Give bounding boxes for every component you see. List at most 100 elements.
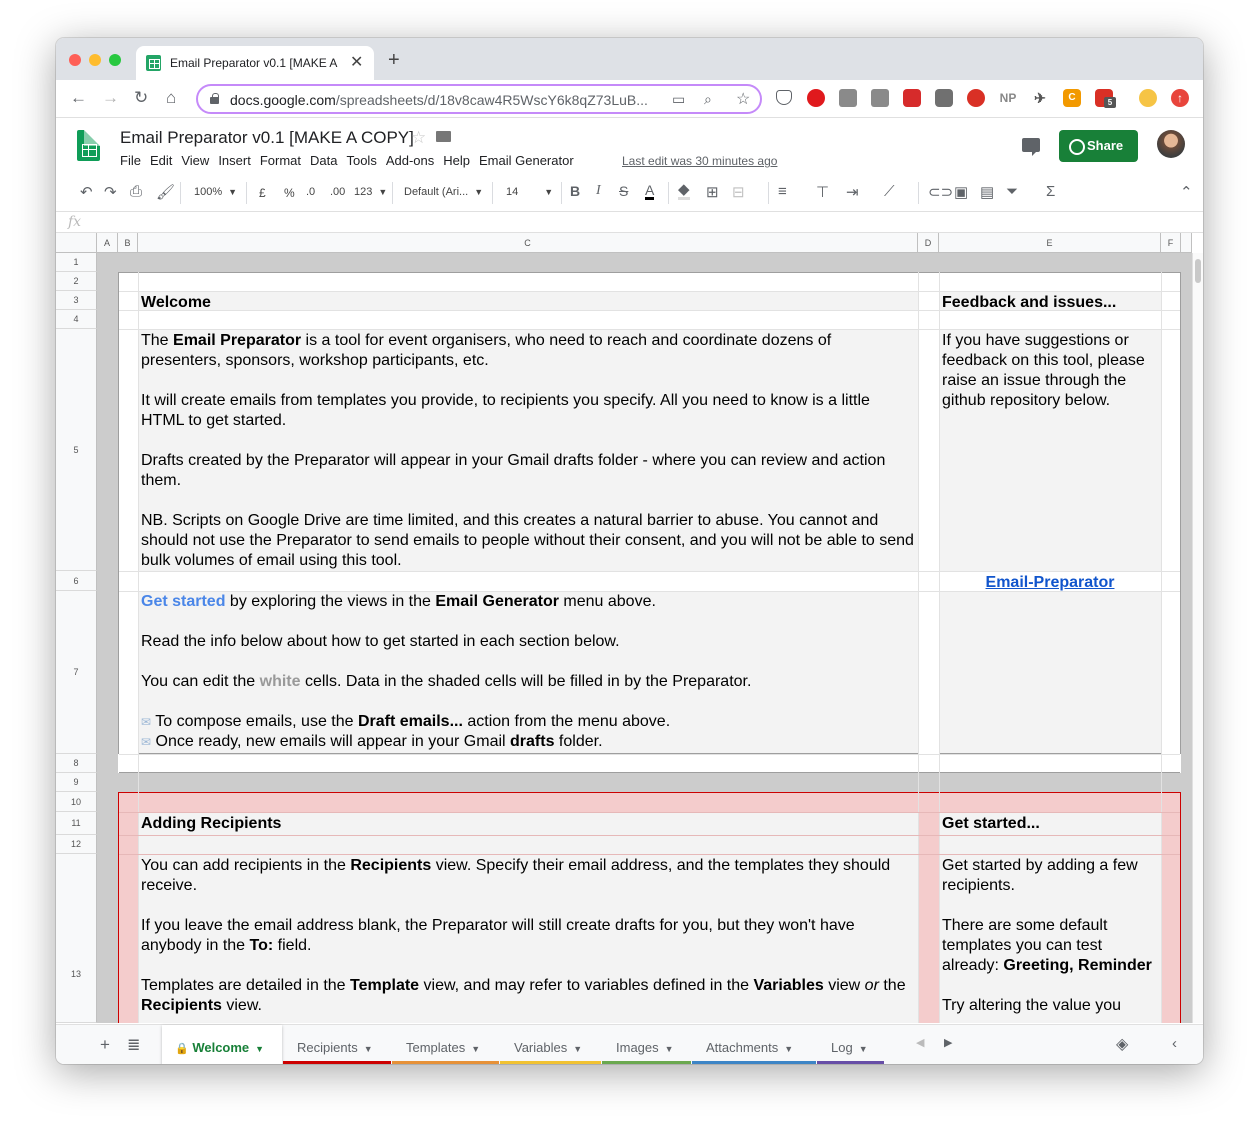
camera-icon[interactable] — [871, 89, 889, 107]
chart-icon[interactable]: ▤ — [980, 183, 994, 201]
folder-icon[interactable] — [436, 131, 451, 142]
tab-images[interactable]: Images ▼ — [602, 1025, 691, 1064]
drive-icon[interactable] — [839, 89, 857, 107]
side-getstarted-body[interactable]: Get started by adding a few recipients. … — [942, 856, 1160, 1016]
browser-tab[interactable]: Email Preparator v0.1 [MAKE A C ✕ — [136, 46, 374, 80]
comment-icon[interactable] — [1022, 138, 1040, 156]
functions-icon[interactable]: Σ — [1046, 183, 1055, 200]
link-icon[interactable]: ⊂⊃ — [928, 183, 953, 201]
zoom-icon[interactable]: ⌕ — [704, 91, 712, 108]
scroll-tabs-right-icon[interactable]: ▶ — [944, 1036, 952, 1049]
row-header-2[interactable]: 2 — [56, 272, 97, 291]
menu-data[interactable]: Data — [310, 153, 337, 168]
scroll-thumb[interactable] — [1195, 259, 1201, 283]
tab-variables[interactable]: Variables ▼ — [500, 1025, 601, 1064]
share-button[interactable]: Share — [1059, 130, 1138, 162]
borders-icon[interactable]: ⊞ — [706, 183, 719, 201]
row-header-12[interactable]: 12 — [56, 835, 97, 854]
zoom-select[interactable]: 100% ▼ — [194, 186, 237, 198]
menu-view[interactable]: View — [181, 153, 209, 168]
menu-tools[interactable]: Tools — [346, 153, 376, 168]
close-tab-icon[interactable]: ✕ — [350, 52, 363, 72]
github-link[interactable]: Email-Preparator — [939, 573, 1161, 593]
get-started-link[interactable]: Get started — [141, 593, 225, 610]
scroll-tabs-left-icon[interactable]: ◀ — [916, 1036, 924, 1049]
select-all-corner[interactable] — [56, 233, 97, 253]
align-vertical-icon[interactable]: ⊤ — [816, 183, 829, 201]
currency-button[interactable]: £ — [259, 186, 266, 200]
menu-insert[interactable]: Insert — [218, 153, 251, 168]
maximize-window-button[interactable] — [109, 54, 121, 66]
badge-extension-icon[interactable]: 5 — [1095, 89, 1116, 108]
pocket-icon[interactable] — [776, 90, 792, 105]
home-icon[interactable]: ⌂ — [166, 88, 176, 108]
merge-cells-icon[interactable]: ⊟ — [732, 183, 745, 201]
dove-icon[interactable]: ✈ — [1031, 89, 1049, 107]
puzzle-icon[interactable] — [935, 89, 953, 107]
row-header-1[interactable]: 1 — [56, 253, 97, 272]
column-header-b[interactable]: B — [118, 233, 138, 253]
formula-bar[interactable]: fx — [56, 212, 1203, 233]
row-header-5[interactable]: 5 — [56, 329, 97, 571]
cast-icon[interactable]: ▭ — [672, 91, 685, 108]
spreadsheet-grid[interactable]: A B C D E F 1 2 3 4 5 6 7 8 9 10 11 12 1… — [56, 233, 1203, 1023]
font-select[interactable]: Default (Ari... ▼ — [404, 186, 483, 198]
menu-addons[interactable]: Add-ons — [386, 153, 434, 168]
redo-icon[interactable]: ↷ — [104, 183, 117, 201]
url-field[interactable]: docs.google.com/spreadsheets/d/18v8caw4R… — [196, 84, 762, 114]
align-horizontal-icon[interactable]: ≡ — [778, 183, 787, 200]
percent-button[interactable]: % — [284, 186, 295, 200]
column-header-f[interactable]: F — [1161, 233, 1181, 253]
add-sheet-icon[interactable]: + — [100, 1035, 110, 1055]
reload-icon[interactable]: ↻ — [134, 88, 148, 108]
np-icon[interactable]: NP — [999, 89, 1017, 107]
collapse-toolbar-icon[interactable]: ⌃ — [1180, 183, 1193, 201]
upload-icon[interactable]: ↑ — [1171, 89, 1189, 107]
bold-icon[interactable]: B — [570, 183, 580, 199]
all-sheets-icon[interactable]: ≣ — [127, 1035, 140, 1055]
text-rotation-icon[interactable]: ⟋ — [884, 183, 895, 200]
recipients-heading[interactable]: Adding Recipients — [141, 814, 281, 834]
increase-decimals-button[interactable]: .00 — [330, 186, 345, 198]
row-header-3[interactable]: 3 — [56, 291, 97, 310]
welcome-body[interactable]: The Email Preparator is a tool for event… — [141, 331, 915, 571]
tab-attachments[interactable]: Attachments ▼ — [692, 1025, 816, 1064]
more-formats-select[interactable]: 123 ▼ — [354, 186, 387, 198]
c-extension-icon[interactable]: C — [1063, 89, 1081, 107]
new-tab-icon[interactable]: + — [388, 49, 400, 72]
minimize-window-button[interactable] — [89, 54, 101, 66]
paint-format-icon[interactable]: 🖌 — [156, 183, 175, 201]
back-icon[interactable]: ← — [70, 88, 87, 108]
font-size-select[interactable]: 14 ▼ — [506, 186, 553, 198]
side-panel-toggle-icon[interactable]: ‹ — [1172, 1035, 1177, 1052]
menu-file[interactable]: File — [120, 153, 141, 168]
column-header-c[interactable]: C — [138, 233, 918, 253]
filter-icon[interactable]: ⏷ — [1006, 183, 1018, 200]
explore-icon[interactable]: ◈ — [1116, 1034, 1128, 1054]
get-started-body[interactable]: Get started by exploring the views in th… — [141, 592, 915, 752]
side-getstarted-heading[interactable]: Get started... — [942, 814, 1040, 834]
emoji-icon[interactable] — [1139, 89, 1157, 107]
hive-icon[interactable] — [967, 89, 985, 107]
document-title[interactable]: Email Preparator v0.1 [MAKE A COPY] — [120, 128, 414, 148]
fill-color-icon[interactable]: ◆ — [678, 182, 690, 200]
row-header-10[interactable]: 10 — [56, 792, 97, 812]
row-header-4[interactable]: 4 — [56, 310, 97, 329]
decrease-decimals-button[interactable]: .0 — [306, 186, 315, 198]
row-header-9[interactable]: 9 — [56, 773, 97, 792]
m-icon[interactable] — [903, 89, 921, 107]
tab-recipients[interactable]: Recipients ▼ — [283, 1025, 391, 1064]
feedback-heading[interactable]: Feedback and issues... — [942, 293, 1116, 313]
text-wrap-icon[interactable]: ⇥ — [846, 183, 859, 201]
close-window-button[interactable] — [69, 54, 81, 66]
italic-icon[interactable]: I — [596, 183, 601, 199]
recipients-body[interactable]: You can add recipients in the Recipients… — [141, 856, 915, 1016]
column-header-e[interactable]: E — [939, 233, 1161, 253]
text-color-icon[interactable]: A — [645, 183, 655, 200]
column-header-a[interactable]: A — [97, 233, 118, 253]
row-header-13[interactable]: 13 — [56, 854, 97, 1023]
welcome-heading[interactable]: Welcome — [141, 293, 211, 313]
menu-format[interactable]: Format — [260, 153, 301, 168]
vertical-scrollbar[interactable] — [1192, 253, 1203, 1023]
bookmark-star-icon[interactable]: ☆ — [736, 89, 750, 109]
